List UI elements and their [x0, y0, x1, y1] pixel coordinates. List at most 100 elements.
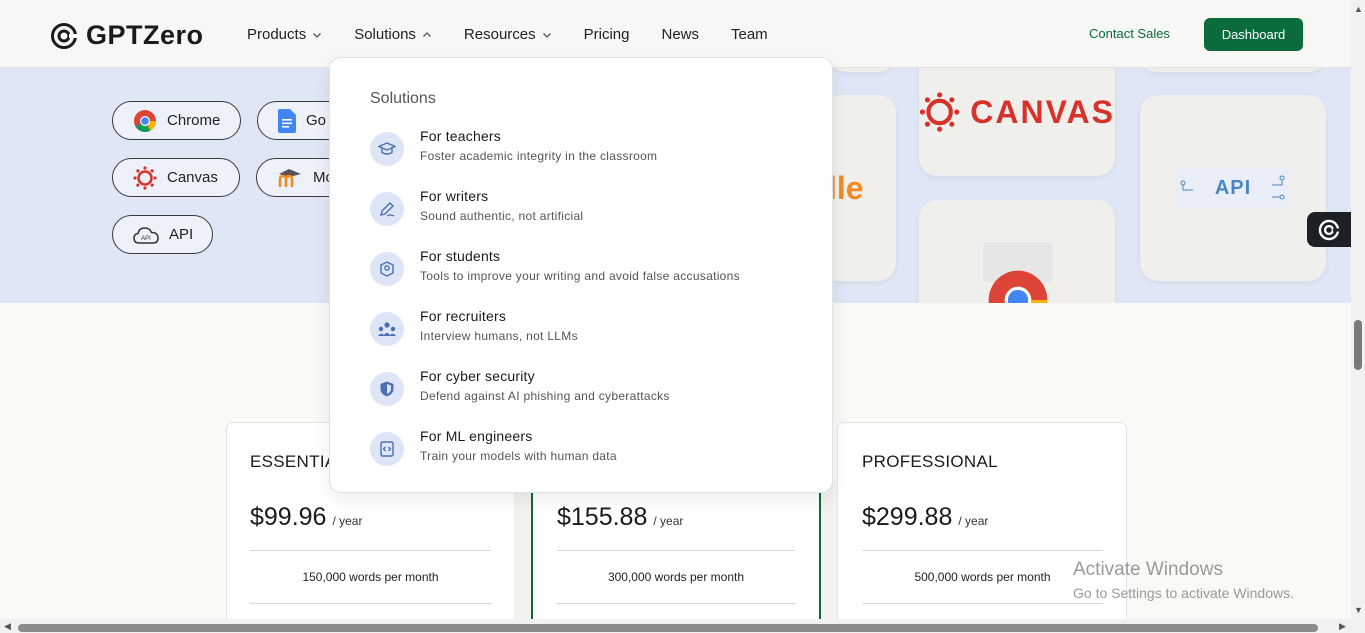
dropdown-title: Solutions [370, 90, 436, 107]
menu-item-description: Sound authentic, not artificial [420, 209, 584, 223]
dashboard-button[interactable]: Dashboard [1204, 18, 1303, 51]
menu-item-writers[interactable]: For writers Sound authentic, not artific… [370, 188, 810, 234]
pricing-card-words: 300,000 words per month [607, 570, 745, 584]
pricing-card-price: $155.88 / year [557, 503, 683, 532]
menu-item-label: For ML engineers [420, 428, 533, 444]
canvas-tile-label: CANVAS [970, 93, 1115, 130]
integration-chrome-button[interactable]: Chrome [112, 101, 241, 140]
pricing-card-words: 500,000 words per month [914, 570, 1051, 584]
nav-news[interactable]: News [661, 26, 699, 43]
menu-item-description: Interview humans, not LLMs [420, 329, 578, 343]
chevron-down-icon [313, 32, 322, 38]
vertical-scrollbar[interactable] [1351, 0, 1365, 633]
scroll-down-arrow-icon[interactable]: ▼ [1354, 605, 1363, 615]
divider [862, 550, 1103, 551]
nav-news-label: News [661, 26, 699, 43]
brand-name: GPTZero [86, 20, 204, 50]
circuit-icon [1272, 175, 1285, 200]
menu-item-students[interactable]: For students Tools to improve your writi… [370, 248, 810, 294]
nav-resources-label: Resources [463, 26, 536, 43]
nav-products[interactable]: Products [247, 26, 322, 43]
pricing-card-premium: $155.88 / year 300,000 words per month [531, 480, 821, 632]
price-period: / year [332, 514, 363, 528]
nav-pricing-label: Pricing [583, 26, 630, 43]
circuit-icon [1180, 180, 1193, 191]
integration-chrome-label: Chrome [167, 112, 221, 129]
divider [250, 603, 491, 604]
main-nav: Products Solutions Resources Pricing New… [247, 26, 800, 43]
shield-icon [370, 372, 404, 406]
pricing-card-price: $299.88 / year [862, 503, 988, 532]
nav-resources[interactable]: Resources [464, 26, 552, 43]
google-docs-icon [278, 108, 296, 133]
chrome-icon [134, 109, 156, 132]
price-amount: $155.88 [557, 503, 648, 531]
vertical-scrollbar-thumb[interactable] [1354, 320, 1362, 370]
menu-item-ml-engineers[interactable]: For ML engineers Train your models with … [370, 428, 810, 474]
horizontal-scrollbar-thumb[interactable] [18, 624, 1318, 632]
menu-item-label: For writers [420, 188, 489, 204]
menu-item-label: For students [420, 248, 501, 264]
windows-activation-watermark: Activate Windows Go to Settings to activ… [1073, 559, 1294, 601]
scroll-right-arrow-icon[interactable]: ▶ [1339, 621, 1346, 632]
api-tile-label: API [1214, 176, 1252, 199]
price-amount: $99.96 [250, 503, 327, 531]
menu-item-cyber-security[interactable]: For cyber security Defend against AI phi… [370, 368, 810, 414]
tile-top-right [1140, 68, 1326, 72]
svg-text:API: API [141, 236, 151, 242]
divider [557, 603, 795, 604]
nav-solutions[interactable]: Solutions [354, 26, 432, 43]
integration-api-label: API [169, 226, 194, 243]
integration-google-docs-label: Go [306, 112, 327, 129]
people-icon [370, 312, 404, 346]
scroll-up-arrow-icon[interactable]: ▲ [1354, 4, 1363, 14]
graduation-cap-icon [370, 132, 404, 166]
price-amount: $299.88 [862, 503, 953, 531]
cloud-api-icon: API [133, 226, 159, 244]
integration-canvas-button[interactable]: Canvas [112, 158, 240, 197]
price-period: / year [653, 514, 684, 528]
scroll-left-arrow-icon[interactable]: ◀ [4, 621, 11, 632]
canvas-logo-icon [919, 92, 960, 132]
price-period: / year [958, 514, 989, 528]
tile-top-left [829, 68, 895, 72]
menu-item-label: For recruiters [420, 308, 507, 324]
gptzero-logo-icon [1318, 219, 1340, 240]
watermark-subtitle: Go to Settings to activate Windows. [1073, 585, 1294, 601]
pricing-card-price: $99.96 / year [250, 503, 362, 532]
nav-team[interactable]: Team [731, 26, 768, 43]
nav-pricing[interactable]: Pricing [584, 26, 630, 43]
gptzero-logo-icon [51, 22, 77, 49]
nav-team-label: Team [731, 26, 768, 43]
brand-logo[interactable]: GPTZero [50, 20, 204, 51]
pen-icon [370, 192, 404, 226]
chevron-up-icon [422, 31, 431, 37]
menu-item-description: Foster academic integrity in the classro… [420, 149, 658, 163]
watermark-title: Activate Windows [1073, 559, 1223, 580]
solutions-dropdown-menu: Solutions For teachers Foster academic i… [329, 57, 833, 493]
divider [250, 550, 491, 551]
code-icon [370, 432, 404, 466]
student-icon [370, 252, 404, 286]
menu-item-description: Train your models with human data [420, 449, 617, 463]
menu-item-recruiters[interactable]: For recruiters Interview humans, not LLM… [370, 308, 810, 354]
nav-solutions-label: Solutions [354, 26, 416, 43]
contact-sales-link[interactable]: Contact Sales [1089, 26, 1170, 41]
api-tile: API [1140, 95, 1326, 281]
integration-canvas-label: Canvas [167, 169, 218, 186]
api-tile-card: API [1176, 168, 1290, 208]
integration-api-button[interactable]: API API [112, 215, 213, 254]
gptzero-floating-widget[interactable] [1307, 212, 1351, 247]
canvas-icon [133, 165, 157, 190]
menu-item-description: Defend against AI phishing and cyberatta… [420, 389, 670, 403]
menu-item-label: For teachers [420, 128, 501, 144]
chevron-down-icon [542, 32, 551, 38]
menu-item-teachers[interactable]: For teachers Foster academic integrity i… [370, 128, 810, 174]
divider [862, 603, 1103, 604]
pricing-card-title: ESSENTIA [250, 452, 337, 471]
menu-item-description: Tools to improve your writing and avoid … [420, 269, 740, 283]
menu-item-label: For cyber security [420, 368, 535, 384]
pricing-card-title: PROFESSIONAL [862, 452, 998, 471]
chrome-tile-icon [988, 270, 1048, 303]
divider [557, 550, 795, 551]
